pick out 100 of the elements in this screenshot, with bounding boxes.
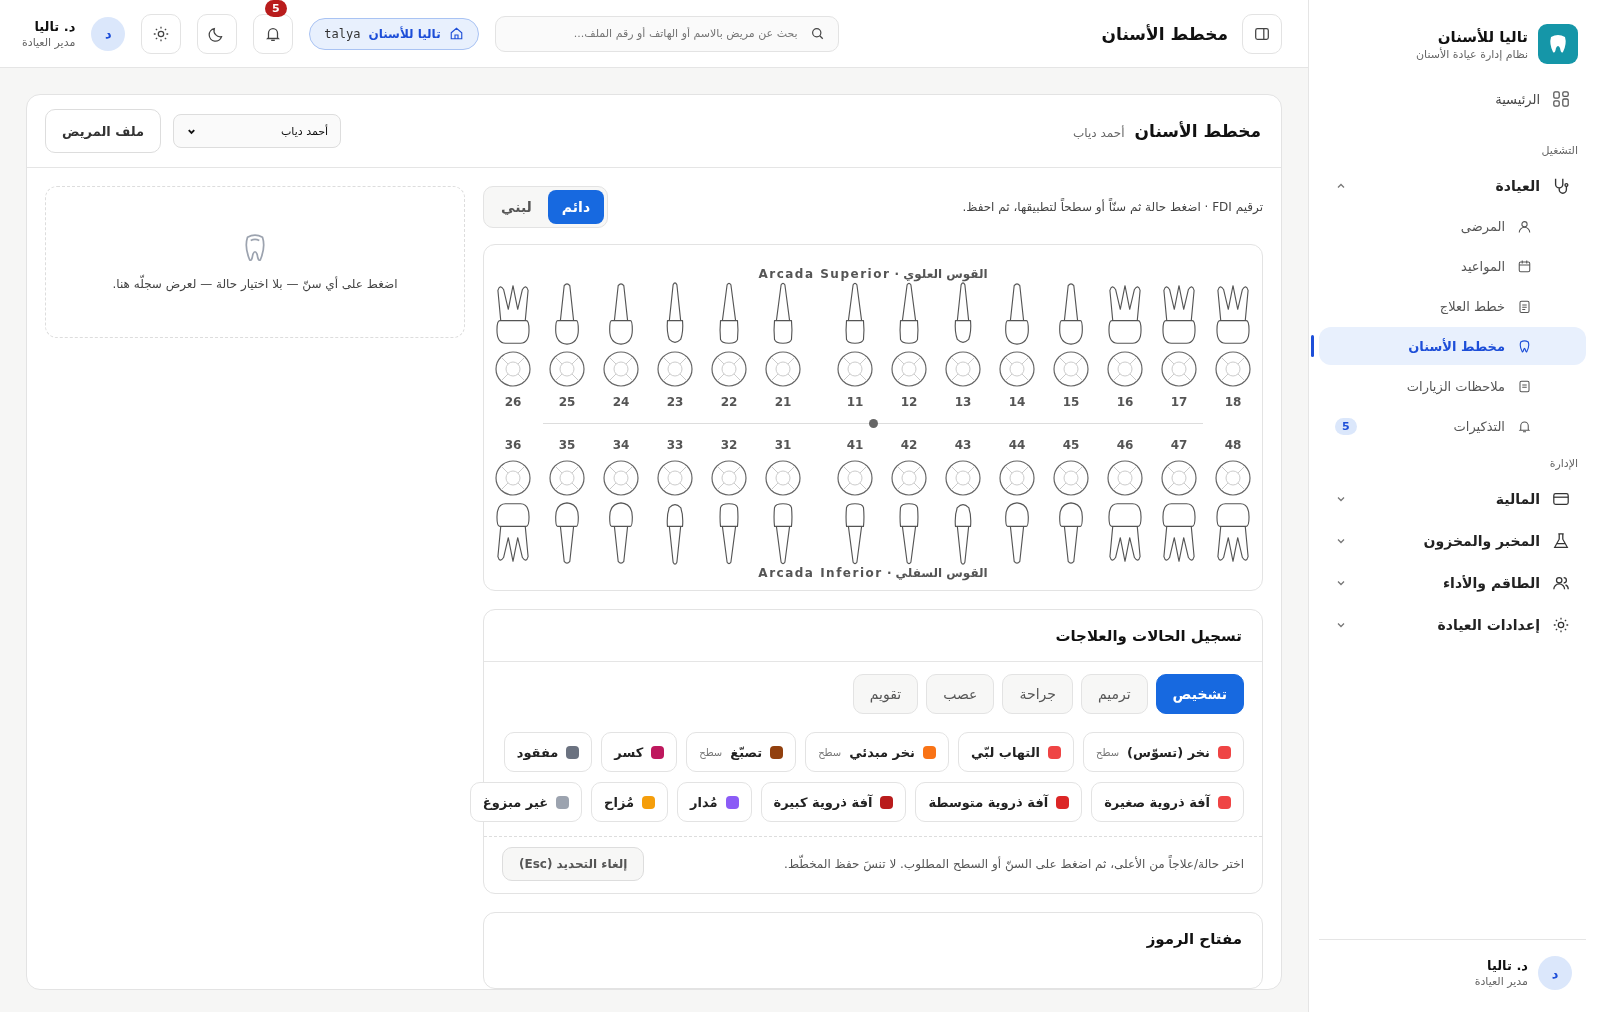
tooth-number: 34: [612, 438, 630, 452]
tooth-number: 11: [846, 395, 864, 409]
condition-chip[interactable]: كسر: [601, 732, 678, 772]
count-badge: 5: [1335, 417, 1357, 435]
tooth-number: 21: [774, 395, 792, 409]
midline-dot: [869, 419, 878, 428]
dentition-tab[interactable]: دائم: [547, 190, 605, 224]
nav-item[interactable]: المرضى: [1319, 207, 1586, 245]
flask-icon: [1552, 532, 1570, 550]
condition-chip[interactable]: نخر مبدئي سطح: [805, 732, 949, 772]
note-icon: [1517, 378, 1532, 394]
card-icon: [1552, 490, 1570, 508]
tooth-number: 31: [774, 438, 792, 452]
card-title: مخطط الأسنان: [1134, 121, 1261, 141]
condition-chip[interactable]: آفة ذروية كبيرة: [760, 782, 907, 822]
condition-chip[interactable]: مفقود: [503, 732, 593, 772]
dentition-tab[interactable]: لبني: [487, 190, 546, 224]
tooth-surface-selector[interactable]: [765, 351, 801, 387]
nav-item[interactable]: ملاحظات الزيارات: [1319, 367, 1586, 405]
clipboard-icon: [1517, 298, 1532, 314]
person-icon: [1517, 218, 1532, 234]
category-tab[interactable]: تشخيص: [1155, 674, 1244, 714]
tooth-surface-selector[interactable]: [1053, 460, 1089, 496]
condition-chip[interactable]: غير مبزوغ: [469, 782, 583, 822]
tooth-surface-selector[interactable]: [999, 351, 1035, 387]
patient-select[interactable]: أحمد دياب: [173, 114, 342, 148]
tooth-number: 45: [1062, 438, 1080, 452]
section-heading: الإدارة: [1548, 456, 1579, 472]
condition-chip[interactable]: مُدار: [677, 782, 752, 822]
nav-group[interactable]: المخبر والمخزون: [1319, 520, 1586, 562]
nav-group[interactable]: الطاقم والأداء: [1319, 562, 1586, 604]
tooth-logo-icon: [1538, 24, 1578, 64]
nav-group[interactable]: إعدادات العيادة: [1319, 604, 1586, 646]
sidebar-toggle-button[interactable]: [1242, 13, 1282, 54]
condition-chip[interactable]: نخر (تسوّس) سطح: [1083, 732, 1244, 772]
dark-mode-button[interactable]: [197, 13, 238, 54]
tooth-surface-selector[interactable]: [765, 460, 801, 496]
tooth-number: 32: [720, 438, 738, 452]
tooth-surface-selector[interactable]: [711, 351, 747, 387]
tooth-number: 22: [720, 395, 738, 409]
condition-chip[interactable]: آفة ذروية صغيرة: [1091, 782, 1244, 822]
tooth-surface-selector[interactable]: [549, 351, 585, 387]
surface-tag: سطح: [1096, 746, 1120, 758]
tooth-surface-selector[interactable]: [549, 460, 585, 496]
tooth-surface-selector[interactable]: [711, 460, 747, 496]
panel-title: تسجيل الحالات والعلاجات: [1055, 627, 1242, 645]
condition-chip[interactable]: آفة ذروية متوسطة: [915, 782, 1083, 822]
tooth-icon: [242, 233, 268, 263]
tooth-number: 17: [1170, 395, 1188, 409]
tooth-surface-selector[interactable]: [891, 460, 927, 496]
tooth-surface-selector[interactable]: [657, 351, 693, 387]
notifications-button[interactable]: [253, 13, 294, 54]
clear-selection-button[interactable]: إلغاء التحديد (Esc): [502, 847, 645, 881]
tooth-number: 43: [954, 438, 972, 452]
users-icon: [1552, 574, 1570, 592]
tooth-surface-selector[interactable]: [657, 460, 693, 496]
tooth-surface-selector[interactable]: [837, 351, 873, 387]
condition-chip[interactable]: التهاب لبّي: [957, 732, 1074, 772]
calendar-icon: [1517, 258, 1532, 274]
tooth-number: 33: [666, 438, 684, 452]
tooth-surface-selector[interactable]: [1215, 460, 1251, 496]
condition-chip[interactable]: تصبّغ سطح: [686, 732, 797, 772]
patient-name: أحمد دياب: [1073, 126, 1125, 140]
settings-icon: [1552, 616, 1570, 634]
nav-item[interactable]: خطط العلاج: [1319, 287, 1586, 325]
category-tab[interactable]: ترميم: [1080, 674, 1148, 714]
arch-label: القوس العلوي · Arcada Superior: [758, 267, 988, 281]
tooth-surface-selector[interactable]: [999, 460, 1035, 496]
tooth-surface-selector[interactable]: [891, 351, 927, 387]
tooth-number: 12: [900, 395, 918, 409]
tooth-number: 26: [504, 395, 522, 409]
category-tab[interactable]: جراحة: [1002, 674, 1073, 714]
patient-profile-button[interactable]: ملف المريض: [45, 109, 162, 153]
tooth-surface-selector[interactable]: [495, 351, 531, 387]
nav-group[interactable]: العيادة: [1319, 165, 1586, 207]
tooth-surface-selector[interactable]: [837, 460, 873, 496]
tooth-surface-selector[interactable]: [1053, 351, 1089, 387]
brand-subtitle: نظام إدارة عيادة الأسنان: [1416, 47, 1528, 61]
tooth-number: 23: [666, 395, 684, 409]
category-tab[interactable]: تقويم: [852, 674, 919, 714]
tooth-surface-selector[interactable]: [945, 351, 981, 387]
tooth-number: 41: [846, 438, 864, 452]
tooth-surface-selector[interactable]: [1161, 351, 1197, 387]
home-icon: [448, 26, 464, 41]
tooth-surface-selector[interactable]: [1107, 460, 1143, 496]
tooth-surface-selector[interactable]: [1215, 351, 1251, 387]
tooth-surface-selector[interactable]: [495, 460, 531, 496]
condition-chip[interactable]: مُزاح: [591, 782, 669, 822]
tooth-surface-selector[interactable]: [603, 460, 639, 496]
tooth-surface-selector[interactable]: [603, 351, 639, 387]
tooth-number: 18: [1224, 395, 1242, 409]
tooth-surface-selector[interactable]: [945, 460, 981, 496]
grid-icon: [1552, 90, 1570, 108]
nav-item[interactable]: المواعيد: [1319, 247, 1586, 285]
nav-item[interactable]: الرئيسية: [1319, 80, 1586, 118]
tooth-surface-selector[interactable]: [1161, 460, 1197, 496]
nav-group[interactable]: المالية: [1319, 478, 1586, 520]
tooth-surface-selector[interactable]: [1107, 351, 1143, 387]
category-tab[interactable]: عصب: [926, 674, 995, 714]
tooth-number: 15: [1062, 395, 1080, 409]
